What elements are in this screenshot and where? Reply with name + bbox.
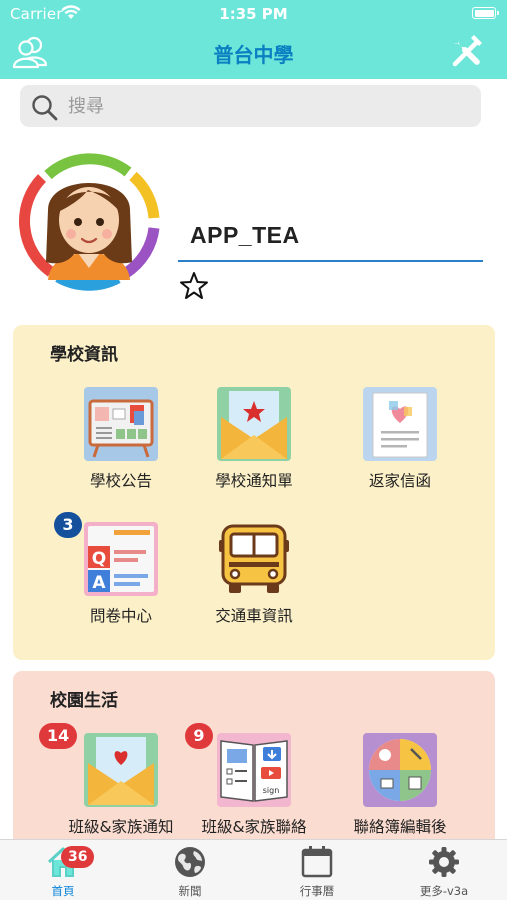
tab-bar: 36 首頁 新聞 行事曆 更多-v3a [0, 839, 507, 900]
tab-calendar[interactable]: 行事曆 [254, 840, 380, 900]
tab-home[interactable]: 36 首頁 [0, 840, 126, 900]
section-title: 學校資訊 [50, 345, 118, 365]
gear-icon [429, 847, 459, 877]
notification-badge: 36 [61, 846, 95, 868]
contact-book-edit-tile[interactable]: 聯絡簿編輯後 [325, 733, 475, 853]
tools-icon[interactable] [449, 34, 487, 70]
open-book-icon: sign [217, 733, 291, 807]
contact-book-icon [363, 733, 437, 807]
tile-label: 學校通知單 [215, 472, 293, 490]
search-bar [20, 85, 481, 127]
envelope-star-icon [217, 387, 291, 461]
tab-label: 首頁 [51, 884, 75, 898]
tab-label: 更多-v3a [419, 884, 469, 898]
survey-center-tile[interactable]: Q A 3 問卷中心 [46, 512, 196, 642]
header-bar: Carrier 1:35 PM 普台中學 [0, 0, 507, 79]
tile-label: 學校公告 [89, 472, 152, 490]
username-underline [178, 260, 483, 262]
tab-news[interactable]: 新聞 [127, 840, 253, 900]
tab-label: 新聞 [178, 884, 202, 898]
svg-text:Q: Q [92, 549, 106, 569]
school-announcement-tile[interactable]: 學校公告 [46, 387, 196, 507]
envelope-heart-icon [84, 733, 158, 807]
qa-survey-icon: Q A [84, 522, 158, 596]
avatar[interactable] [18, 150, 160, 292]
battery-icon [472, 7, 499, 19]
tile-label: 班級&家族通知 [68, 818, 174, 836]
tile-label: 問卷中心 [89, 607, 152, 625]
search-input[interactable] [68, 85, 468, 127]
home-letter-tile[interactable]: 返家信函 [325, 387, 475, 507]
bulletin-board-icon [84, 387, 158, 461]
status-time: 1:35 PM [219, 5, 288, 23]
star-outline-icon[interactable] [178, 270, 210, 302]
notification-badge: 9 [185, 723, 213, 749]
school-bus-tile[interactable]: 交通車資訊 [179, 522, 329, 642]
globe-icon [175, 847, 205, 877]
svg-text:A: A [92, 573, 106, 593]
tile-label: 聯絡簿編輯後 [353, 818, 447, 836]
svg-text:sign: sign [263, 786, 280, 795]
page-title: 普台中學 [213, 43, 294, 67]
calendar-icon [301, 846, 333, 878]
school-info-card: 學校資訊 學校公告 學校通知單 返家信函 Q A 3 問卷中心 交通車資訊 [13, 325, 495, 660]
tile-label: 交通車資訊 [215, 607, 293, 625]
letter-heart-icon [363, 387, 437, 461]
username-label: APP_TEA [190, 222, 300, 248]
notification-badge: 3 [54, 512, 82, 538]
status-bar: Carrier 1:35 PM [0, 0, 507, 28]
app-screen: Carrier 1:35 PM 普台中學 搜尋 APP_TEA 學校資訊 學校公… [0, 0, 507, 900]
tab-label: 行事曆 [299, 884, 335, 898]
class-family-contact-tile[interactable]: sign 9 班級&家族聯絡 [179, 723, 329, 853]
search-icon [32, 95, 58, 121]
tile-label: 返家信函 [368, 472, 431, 490]
section-title: 校園生活 [50, 691, 118, 711]
school-notice-tile[interactable]: 學校通知單 [179, 387, 329, 507]
notification-badge: 14 [39, 723, 78, 749]
class-family-notice-tile[interactable]: 14 班級&家族通知 [39, 723, 196, 853]
tile-label: 班級&家族聯絡 [201, 818, 307, 836]
school-bus-icon [219, 524, 289, 593]
tab-more[interactable]: 更多-v3a [381, 840, 507, 900]
